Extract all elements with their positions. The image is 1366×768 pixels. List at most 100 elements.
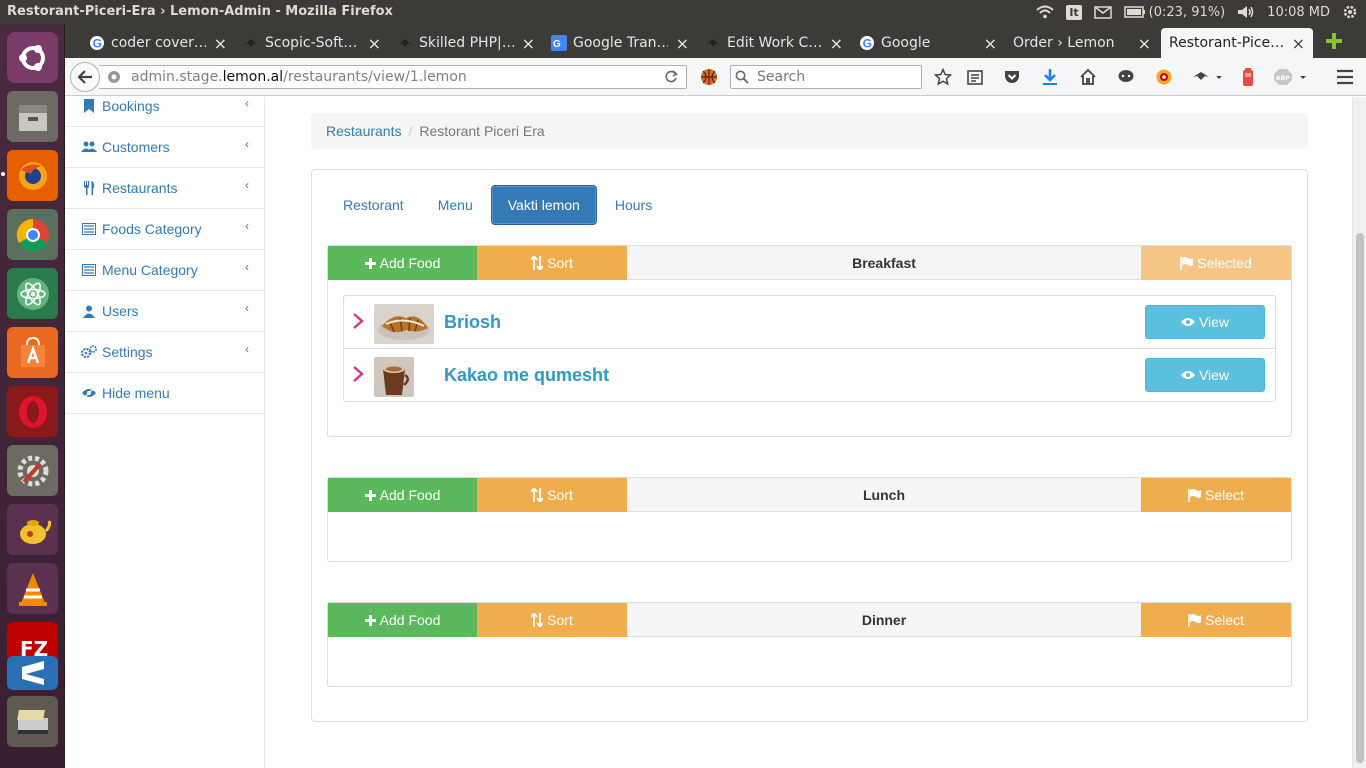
scrollbar-thumb[interactable]	[1356, 233, 1364, 763]
atom-icon[interactable]	[7, 268, 58, 319]
reload-icon[interactable]	[664, 69, 678, 89]
browser-tab-label: Edit Work C…	[727, 35, 822, 51]
close-tab-icon[interactable]: ×	[676, 34, 689, 53]
browser-tab[interactable]: Scopic-Soft… ×	[235, 28, 389, 58]
sidebar-item-bookings[interactable]: Bookings ‹	[65, 97, 265, 127]
hide-menu-link[interactable]: Hide menu	[65, 373, 265, 414]
eye-icon	[1180, 370, 1195, 380]
food-name[interactable]: Briosh	[444, 312, 501, 333]
browser-tab[interactable]: G Google Tran… ×	[543, 28, 697, 58]
settings-gear-icon[interactable]	[1342, 4, 1358, 20]
spy-extension-icon[interactable]	[1190, 67, 1226, 87]
battery-extension-icon[interactable]	[1238, 67, 1258, 87]
home-icon[interactable]	[1078, 67, 1098, 87]
add-food-button[interactable]: Add Food	[328, 246, 477, 280]
opera-icon[interactable]	[7, 386, 58, 437]
sort-button[interactable]: Sort	[477, 603, 627, 637]
food-name[interactable]: Kakao me qumesht	[444, 365, 609, 386]
browser-tab[interactable]: Skilled PHP|… ×	[389, 28, 543, 58]
top-panel: Restorant-Piceri-Era › Lemon-Admin - Moz…	[0, 0, 1366, 24]
adblock-icon[interactable]: ABP	[1273, 67, 1309, 87]
pocket-icon[interactable]	[1002, 67, 1022, 87]
battery-indicator[interactable]: (0:23, 91%)	[1123, 5, 1225, 20]
page-scrollbar[interactable]	[1352, 97, 1366, 768]
chevron-right-icon[interactable]	[352, 365, 364, 386]
select-button[interactable]: Select	[1141, 478, 1291, 512]
basketball-extension-icon[interactable]	[699, 67, 719, 87]
browser-tab[interactable]: Edit Work C… ×	[697, 28, 851, 58]
reading-list-icon[interactable]	[965, 67, 985, 87]
select-button[interactable]: Select	[1141, 603, 1291, 637]
view-button[interactable]: View	[1145, 305, 1265, 339]
scanner-icon[interactable]	[7, 696, 58, 747]
ninja-icon	[397, 35, 413, 51]
browser-tab[interactable]: G coder cover… ×	[81, 28, 235, 58]
keyboard-layout-indicator[interactable]: It	[1066, 4, 1082, 20]
sidebar-item-users[interactable]: Users ‹	[65, 291, 265, 332]
close-tab-icon[interactable]: ×	[830, 34, 843, 53]
wifi-icon[interactable]	[1036, 5, 1054, 19]
food-item[interactable]: Briosh View	[344, 296, 1275, 349]
sidebar-item-menu-category[interactable]: Menu Category ‹	[65, 250, 265, 291]
food-list: Briosh View Kakao me qumesht View	[343, 295, 1276, 402]
chevron-right-icon[interactable]	[352, 312, 364, 333]
tab-menu[interactable]: Menu	[422, 185, 489, 225]
add-food-button[interactable]: Add Food	[328, 603, 477, 637]
svg-text:G: G	[553, 39, 561, 50]
search-bar[interactable]: Search	[730, 65, 922, 89]
system-settings-icon[interactable]	[7, 445, 58, 496]
close-tab-icon[interactable]: ×	[1138, 34, 1151, 53]
sort-button[interactable]: Sort	[477, 478, 627, 512]
sidebar-item-settings[interactable]: Settings ‹	[65, 332, 265, 373]
sidebar-item-customers[interactable]: Customers ‹	[65, 127, 265, 168]
selected-button[interactable]: Selected	[1141, 246, 1291, 280]
chevron-left-icon: ‹	[245, 219, 249, 233]
chevron-left-icon: ‹	[245, 301, 249, 315]
back-button[interactable]	[70, 62, 100, 92]
gears-icon	[81, 345, 97, 359]
breadcrumb-link-restaurants[interactable]: Restaurants	[326, 123, 401, 139]
url-bar[interactable]: admin.stage.lemon.al/restaurants/view/1.…	[99, 65, 687, 89]
volume-icon[interactable]	[1237, 5, 1255, 19]
new-tab-icon[interactable]	[1326, 33, 1342, 49]
sidebar-item-foods-category[interactable]: Foods Category ‹	[65, 209, 265, 250]
firefox-icon[interactable]	[7, 150, 58, 201]
close-tab-icon[interactable]: ×	[1292, 34, 1305, 53]
add-food-button[interactable]: Add Food	[328, 478, 477, 512]
clock[interactable]: 10:08 MD	[1267, 5, 1330, 20]
close-tab-icon[interactable]: ×	[368, 34, 381, 53]
tab-hours[interactable]: Hours	[599, 185, 668, 225]
chrome-icon[interactable]	[7, 209, 58, 260]
select-label: Select	[1205, 487, 1244, 503]
software-center-icon[interactable]	[7, 327, 58, 378]
view-button[interactable]: View	[1145, 358, 1265, 392]
close-tab-icon[interactable]: ×	[984, 34, 997, 53]
browser-tab[interactable]: Order › Lemon ×	[1005, 28, 1159, 58]
sublime-icon[interactable]	[7, 656, 58, 690]
download-icon[interactable]	[1040, 67, 1060, 87]
bookmark-star-icon[interactable]	[933, 67, 953, 87]
search-placeholder: Search	[757, 69, 806, 85]
tab-vakti-lemon[interactable]: Vakti lemon	[490, 185, 597, 225]
chat-icon[interactable]	[1116, 67, 1136, 87]
files-icon[interactable]	[7, 91, 58, 142]
select-label: Selected	[1197, 255, 1252, 271]
mail-icon[interactable]	[1093, 5, 1112, 19]
vlc-icon[interactable]	[7, 563, 58, 614]
info-icon[interactable]	[107, 70, 121, 88]
sidebar-item-label: Hide menu	[102, 385, 170, 401]
browser-tab[interactable]: G Google ×	[851, 28, 1005, 58]
sidebar-item-restaurants[interactable]: Restaurants ‹	[65, 168, 265, 209]
browser-tab-active[interactable]: Restorant-Pice… ×	[1161, 28, 1313, 58]
tab-restorant[interactable]: Restorant	[327, 185, 420, 225]
close-tab-icon[interactable]: ×	[214, 34, 227, 53]
teapot-icon[interactable]	[7, 504, 58, 555]
color-extension-icon[interactable]	[1154, 67, 1174, 87]
ubuntu-dash-icon[interactable]	[7, 32, 58, 83]
food-item[interactable]: Kakao me qumesht View	[344, 349, 1275, 401]
chevron-left-icon: ‹	[245, 260, 249, 274]
close-tab-icon[interactable]: ×	[522, 34, 535, 53]
hamburger-menu-icon[interactable]	[1335, 67, 1355, 87]
add-food-label: Add Food	[379, 487, 441, 503]
sort-button[interactable]: Sort	[477, 246, 627, 280]
